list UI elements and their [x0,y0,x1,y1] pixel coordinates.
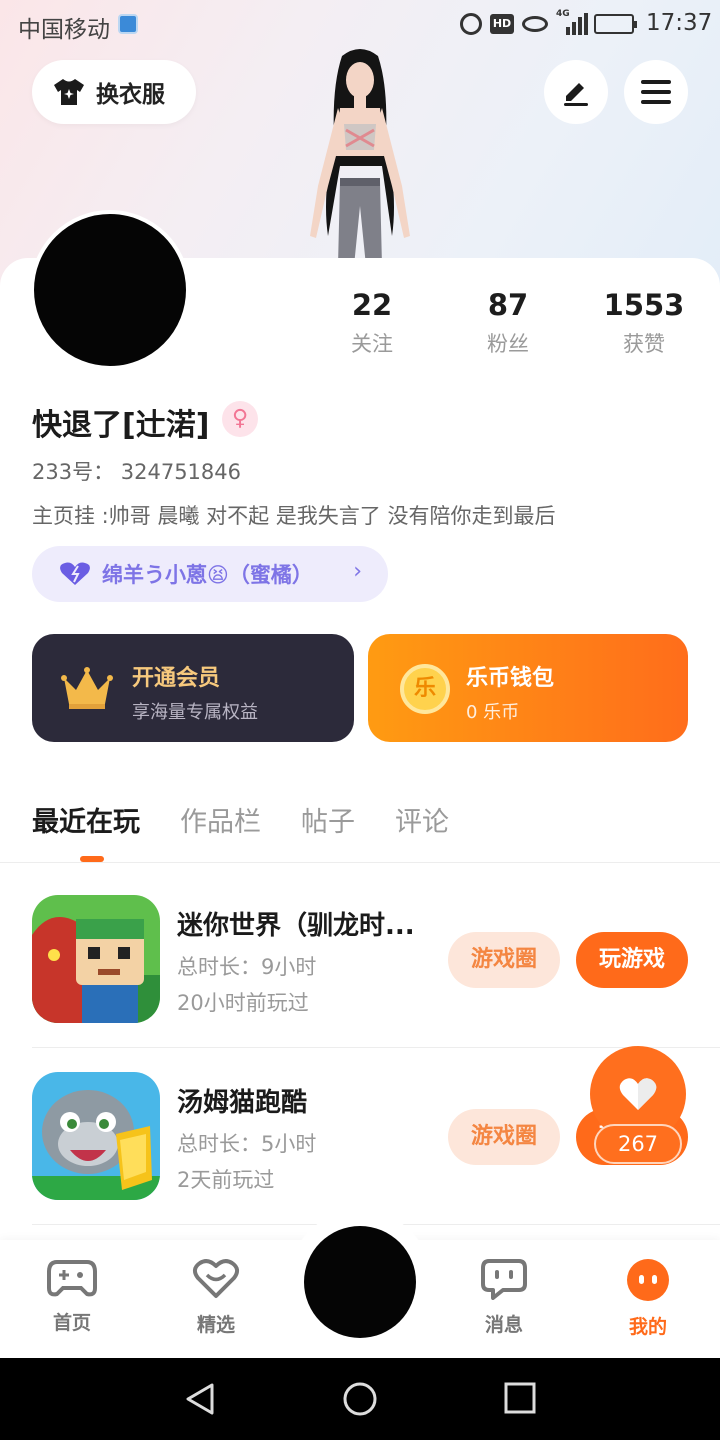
coin-icon: 乐 [400,664,450,714]
stats-row: 22 关注 87 粉丝 1553 获赞 [304,288,712,358]
heart-icon [60,562,90,585]
game-row[interactable]: 迷你世界（驯龙时... 总时长：9小时 20小时前玩过 游戏圈 玩游戏 [32,895,720,1025]
heart-chat-icon [193,1259,239,1298]
system-nav-bar [0,1358,720,1440]
game-circle-button[interactable]: 游戏圈 [448,1109,560,1165]
username: 快退了[辻渃] [32,408,210,443]
play-game-button[interactable]: 玩游戏 [576,932,688,988]
game-name: 汤姆猫跑酷 [177,1088,308,1118]
tab-recent-games[interactable]: 最近在玩 [32,800,140,839]
wallet-card[interactable]: 乐 乐币钱包 0 乐币 [368,634,688,742]
nav-label: 精选 [196,1314,235,1336]
nav-profile[interactable]: 我的 [603,1258,693,1339]
hd-icon: HD [490,14,514,34]
female-icon: ♀ [222,401,258,437]
vip-card[interactable]: 开通会员 享海量专属权益 [32,634,354,742]
game-icon-tom-cat [32,1072,160,1200]
game-duration: 总时长：9小时 [177,955,317,979]
stat-value: 22 [351,288,393,322]
vip-subtitle: 享海量专属权益 [132,702,258,723]
back-icon[interactable] [184,1382,216,1416]
recents-icon[interactable] [504,1382,536,1414]
profile-tabs: 最近在玩 作品栏 帖子 评论 [32,800,489,839]
vip-title: 开通会员 [132,666,221,691]
stat-value: 1553 [603,288,685,322]
nav-featured[interactable]: 精选 [171,1258,261,1337]
game-last-played: 20小时前玩过 [177,991,309,1015]
hamburger-icon [641,80,671,104]
game-name: 迷你世界（驯龙时... [177,911,415,941]
tab-posts[interactable]: 帖子 [301,800,355,839]
signal-icon: 4G [556,9,588,35]
stat-value: 87 [487,288,529,322]
game-icon-mini-world [32,895,160,1023]
message-icon [481,1259,527,1300]
alarm-icon [460,13,482,35]
tab-works[interactable]: 作品栏 [180,800,261,839]
nav-label: 我的 [628,1316,667,1338]
network-type: 4G [556,9,570,19]
edit-profile-button[interactable] [544,60,608,124]
nav-center-avatar[interactable] [304,1226,416,1338]
stat-label: 粉丝 [487,332,529,356]
status-icons: HD 4G [460,9,637,36]
relationship-label: 绵羊う小蒽😫（蜜橘） [102,563,313,587]
profile-dots-icon [627,1259,669,1301]
user-id: 233号： 324751846 [32,460,242,484]
shield-icon [118,14,138,34]
outfit-button[interactable]: 换衣服 [32,60,196,124]
wallet-title: 乐币钱包 [466,666,555,691]
nav-home[interactable]: 首页 [27,1258,117,1335]
crown-icon [61,667,113,709]
nav-messages[interactable]: 消息 [459,1258,549,1337]
divider [0,862,720,863]
gamepad-icon [47,1260,97,1297]
home-icon[interactable] [343,1382,377,1416]
like-count: 267 [594,1124,682,1164]
heart-icon [619,1078,657,1110]
stat-label: 关注 [351,332,393,356]
outfit-label: 换衣服 [96,82,165,108]
wallet-balance: 0 乐币 [466,702,520,723]
avatar-character[interactable] [270,46,450,266]
avatar[interactable] [30,210,190,370]
game-last-played: 2天前玩过 [177,1168,275,1192]
game-duration: 总时长：5小时 [177,1132,317,1156]
battery-icon [594,14,637,34]
stat-fans[interactable]: 87 粉丝 [440,288,576,358]
status-bar: 中国移动 HD 4G 17:37 [0,0,720,50]
pencil-icon [564,83,588,106]
relationship-tag[interactable]: 绵羊う小蒽😫（蜜橘） › [32,546,388,602]
tab-comments[interactable]: 评论 [395,800,449,839]
shirt-icon [54,79,84,105]
game-circle-button[interactable]: 游戏圈 [448,932,560,988]
bio: 主页挂 :帅哥 晨曦 对不起 是我失言了 没有陪你走到最后 [32,504,556,528]
carrier-label: 中国移动 [18,17,110,43]
menu-button[interactable] [624,60,688,124]
eye-icon [522,16,548,32]
clock: 17:37 [646,10,713,36]
nav-label: 首页 [52,1312,91,1334]
nav-label: 消息 [484,1314,523,1336]
stat-label: 获赞 [623,332,665,356]
stat-likes[interactable]: 1553 获赞 [576,288,712,358]
divider [32,1047,720,1048]
stat-following[interactable]: 22 关注 [304,288,440,358]
chevron-right-icon: › [353,559,362,584]
